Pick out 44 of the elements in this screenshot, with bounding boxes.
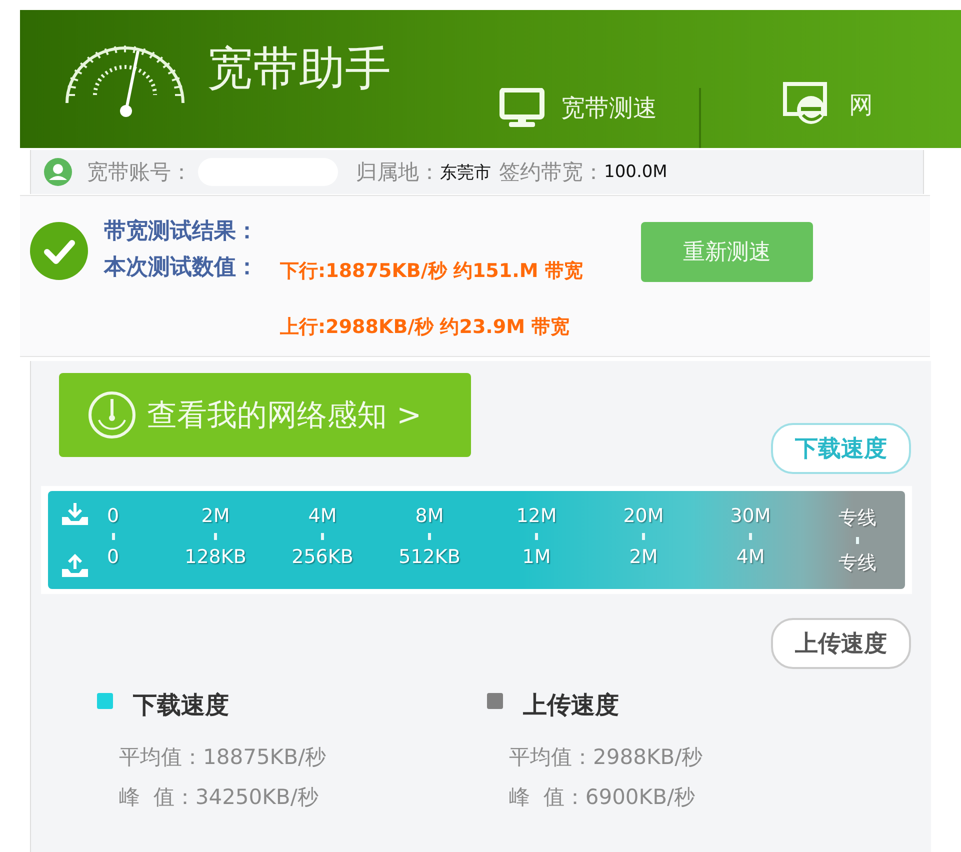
monitor-icon: [499, 88, 545, 128]
bandwidth-label: 签约带宽：: [499, 159, 604, 186]
legend-title: 下载速度: [133, 690, 229, 721]
scale-label: 4M: [308, 504, 337, 526]
app-title: 宽带助手: [207, 40, 391, 97]
peak-value: 峰 值：6900KB/秒: [509, 784, 696, 811]
scale-label: 4M: [736, 546, 765, 568]
scale-label: 专线: [838, 550, 876, 576]
retest-button[interactable]: 重新测速: [640, 222, 813, 282]
scale-label: 8M: [415, 504, 444, 526]
download-icon: [60, 501, 90, 527]
download-speed-tooltip: 下载速度: [771, 423, 911, 474]
network-button[interactable]: 查看我的网络感知 >: [59, 373, 471, 457]
scale-label: 1M: [522, 546, 551, 568]
scale-label: 20M: [623, 504, 664, 526]
result-title: 带宽测试结果：: [104, 218, 258, 246]
scale-label: 0: [106, 546, 120, 568]
account-label: 宽带账号：: [87, 159, 192, 186]
average-value: 平均值：2988KB/秒: [509, 744, 704, 771]
scale-label: 256KB: [292, 546, 354, 568]
download-result: 下行:18875KB/秒 约151.M 带宽: [280, 259, 583, 284]
region-label: 归属地：: [356, 159, 440, 186]
scale-label: 0: [106, 504, 120, 526]
scale-label: 12M: [516, 504, 557, 526]
bandwidth-value: 100.0M: [604, 162, 668, 182]
upload-icon: [60, 553, 90, 579]
scale-label: 512KB: [398, 546, 460, 568]
upload-result: 上行:2988KB/秒 约23.9M 带宽: [280, 315, 571, 340]
values-label: 本次测试数值：: [104, 254, 258, 282]
user-icon: [43, 157, 73, 187]
timer-icon: [87, 390, 137, 440]
tab[interactable]: 宽带测速: [487, 88, 657, 148]
upload-speed-tooltip: 上传速度: [771, 618, 911, 669]
scale-label: 2M: [201, 504, 230, 526]
scale-label: 30M: [730, 504, 771, 526]
legend-title: 上传速度: [523, 690, 619, 721]
region-value: 东莞市: [440, 162, 491, 184]
scale-label: 专线: [838, 506, 876, 530]
peak-value: 峰 值：34250KB/秒: [119, 784, 320, 811]
tab[interactable]: 网: [771, 82, 873, 148]
scale-label: 128KB: [184, 546, 246, 568]
scale-label: 2M: [629, 546, 658, 568]
average-value: 平均值：18875KB/秒: [119, 744, 328, 771]
checkmark-icon: [29, 221, 89, 281]
